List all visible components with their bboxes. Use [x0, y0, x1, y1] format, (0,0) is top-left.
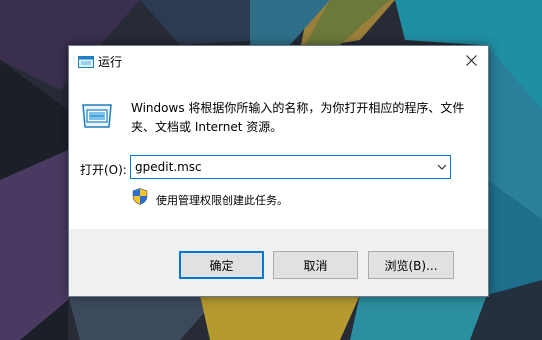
run-icon	[78, 56, 94, 68]
open-combobox[interactable]	[130, 155, 451, 179]
chevron-down-icon[interactable]	[437, 163, 447, 171]
cancel-button[interactable]: 取消	[273, 251, 358, 279]
close-button[interactable]	[454, 46, 488, 75]
ok-button[interactable]: 确定	[179, 251, 264, 279]
close-icon	[465, 55, 477, 66]
run-dialog: 运行 Windows 将根据你所输入的名称，为你打开相应的程序、文件夹、文档或 …	[68, 45, 489, 297]
dialog-description: Windows 将根据你所输入的名称，为你打开相应的程序、文件夹、文档或 Int…	[131, 101, 465, 134]
browse-button[interactable]: 浏览(B)...	[368, 251, 454, 279]
dialog-title: 运行	[98, 55, 123, 69]
open-input[interactable]	[135, 158, 425, 176]
admin-note: 使用管理权限创建此任务。	[156, 194, 288, 207]
uac-shield-icon	[132, 188, 148, 205]
open-label: 打开(O):	[80, 163, 127, 177]
run-icon	[82, 104, 112, 128]
